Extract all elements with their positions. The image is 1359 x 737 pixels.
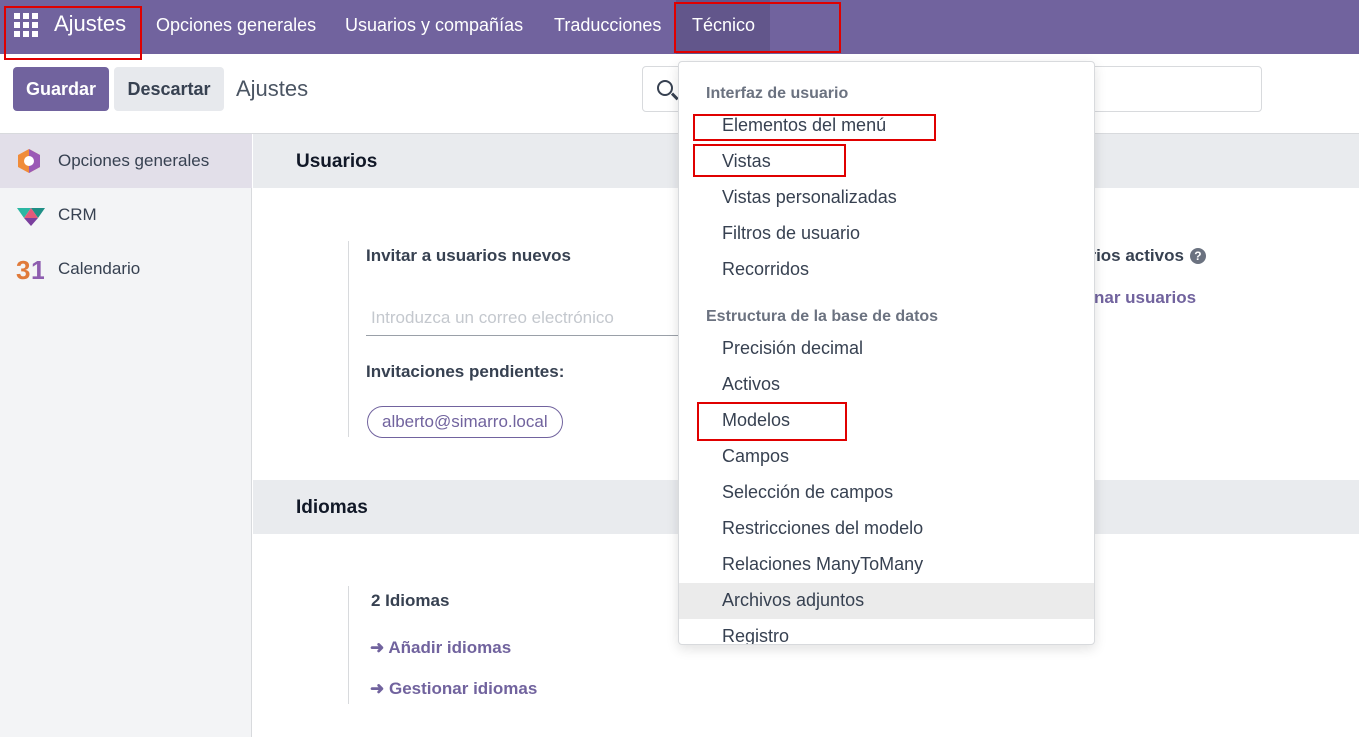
svg-text:1: 1 [31, 255, 44, 283]
add-languages-link[interactable]: ➜ Añadir idiomas [370, 638, 511, 658]
tecnico-dropdown-menu: Interfaz de usuario Elementos del menú V… [678, 61, 1095, 645]
sidebar-item-opciones-generales[interactable]: Opciones generales [0, 134, 252, 188]
pending-invitations-label: Invitaciones pendientes: [366, 362, 565, 381]
dropdown-item-vistas[interactable]: Vistas [679, 144, 1094, 180]
nav-opciones-generales[interactable]: Opciones generales [156, 15, 316, 36]
apps-grid-icon[interactable] [14, 13, 38, 37]
nav-tecnico[interactable]: Técnico [692, 15, 755, 36]
nav-traducciones[interactable]: Traducciones [554, 15, 661, 36]
manage-users-link[interactable]: nar usuarios [1094, 288, 1196, 308]
active-users-text: arios activos [1080, 246, 1184, 265]
sidebar-item-label: Calendario [58, 259, 141, 278]
dropdown-item-vistas-personalizadas[interactable]: Vistas personalizadas [679, 180, 1094, 216]
nav-usuarios-companias[interactable]: Usuarios y compañías [345, 15, 523, 36]
setting-divider [348, 241, 349, 437]
sidebar-item-calendario[interactable]: 3 1 Calendario [0, 242, 252, 296]
settings-app-icon [18, 149, 40, 173]
users-section-title: Usuarios [296, 151, 378, 172]
page-title: Ajustes [236, 76, 309, 101]
arrow-right-icon: ➜ [370, 679, 385, 698]
dropdown-item-precision-decimal[interactable]: Precisión decimal [679, 331, 1094, 367]
invite-email-field[interactable]: Introduzca un correo electrónico [366, 300, 686, 336]
dropdown-group-header-db: Estructura de la base de datos [706, 308, 939, 325]
dropdown-item-restricciones-modelo[interactable]: Restricciones del modelo [679, 511, 1094, 547]
help-icon[interactable]: ? [1189, 248, 1206, 264]
save-button[interactable]: Guardar [13, 67, 109, 111]
languages-section-title: Idiomas [296, 497, 368, 518]
dropdown-item-recorridos[interactable]: Recorridos [679, 252, 1094, 288]
pending-invite-badge[interactable]: alberto@simarro.local [367, 406, 563, 438]
dropdown-item-campos[interactable]: Campos [679, 439, 1094, 475]
app-brand[interactable]: Ajustes [54, 11, 126, 37]
dropdown-group-header-ui: Interfaz de usuario [706, 85, 849, 102]
active-users-label: arios activos? [1080, 246, 1206, 266]
dropdown-item-filtros-usuario[interactable]: Filtros de usuario [679, 216, 1094, 252]
invite-users-label: Invitar a usuarios nuevos [366, 246, 572, 265]
dropdown-item-modelos[interactable]: Modelos [679, 403, 1094, 439]
manage-languages-link[interactable]: ➜ Gestionar idiomas [370, 679, 537, 699]
setting-divider [348, 586, 349, 704]
search-icon [657, 80, 673, 96]
dropdown-item-registro[interactable]: Registro [679, 619, 1094, 644]
sidebar-item-label: Opciones generales [58, 151, 210, 170]
calendar-app-icon: 3 1 [16, 255, 44, 283]
manage-languages-label: Gestionar idiomas [388, 679, 538, 698]
dropdown-item-activos[interactable]: Activos [679, 367, 1094, 403]
discard-button[interactable]: Descartar [114, 67, 224, 111]
arrow-right-icon: ➜ [370, 638, 385, 657]
dropdown-item-archivos-adjuntos[interactable]: Archivos adjuntos [679, 583, 1094, 619]
top-navbar: Ajustes Opciones generales Usuarios y co… [0, 0, 1359, 54]
email-placeholder: Introduzca un correo electrónico [371, 308, 614, 327]
languages-count: 2 Idiomas [371, 591, 450, 610]
svg-text:3: 3 [16, 255, 30, 283]
dropdown-item-seleccion-campos[interactable]: Selección de campos [679, 475, 1094, 511]
crm-app-icon [17, 208, 45, 226]
add-languages-label: Añadir idiomas [388, 638, 512, 657]
dropdown-item-relaciones-many2many[interactable]: Relaciones ManyToMany [679, 547, 1094, 583]
settings-sidebar: Opciones generales CRM 3 1 Calendario [0, 134, 252, 737]
sidebar-item-label: CRM [58, 205, 97, 224]
sidebar-item-crm[interactable]: CRM [0, 188, 252, 242]
dropdown-item-elementos-menu[interactable]: Elementos del menú [679, 108, 1094, 144]
